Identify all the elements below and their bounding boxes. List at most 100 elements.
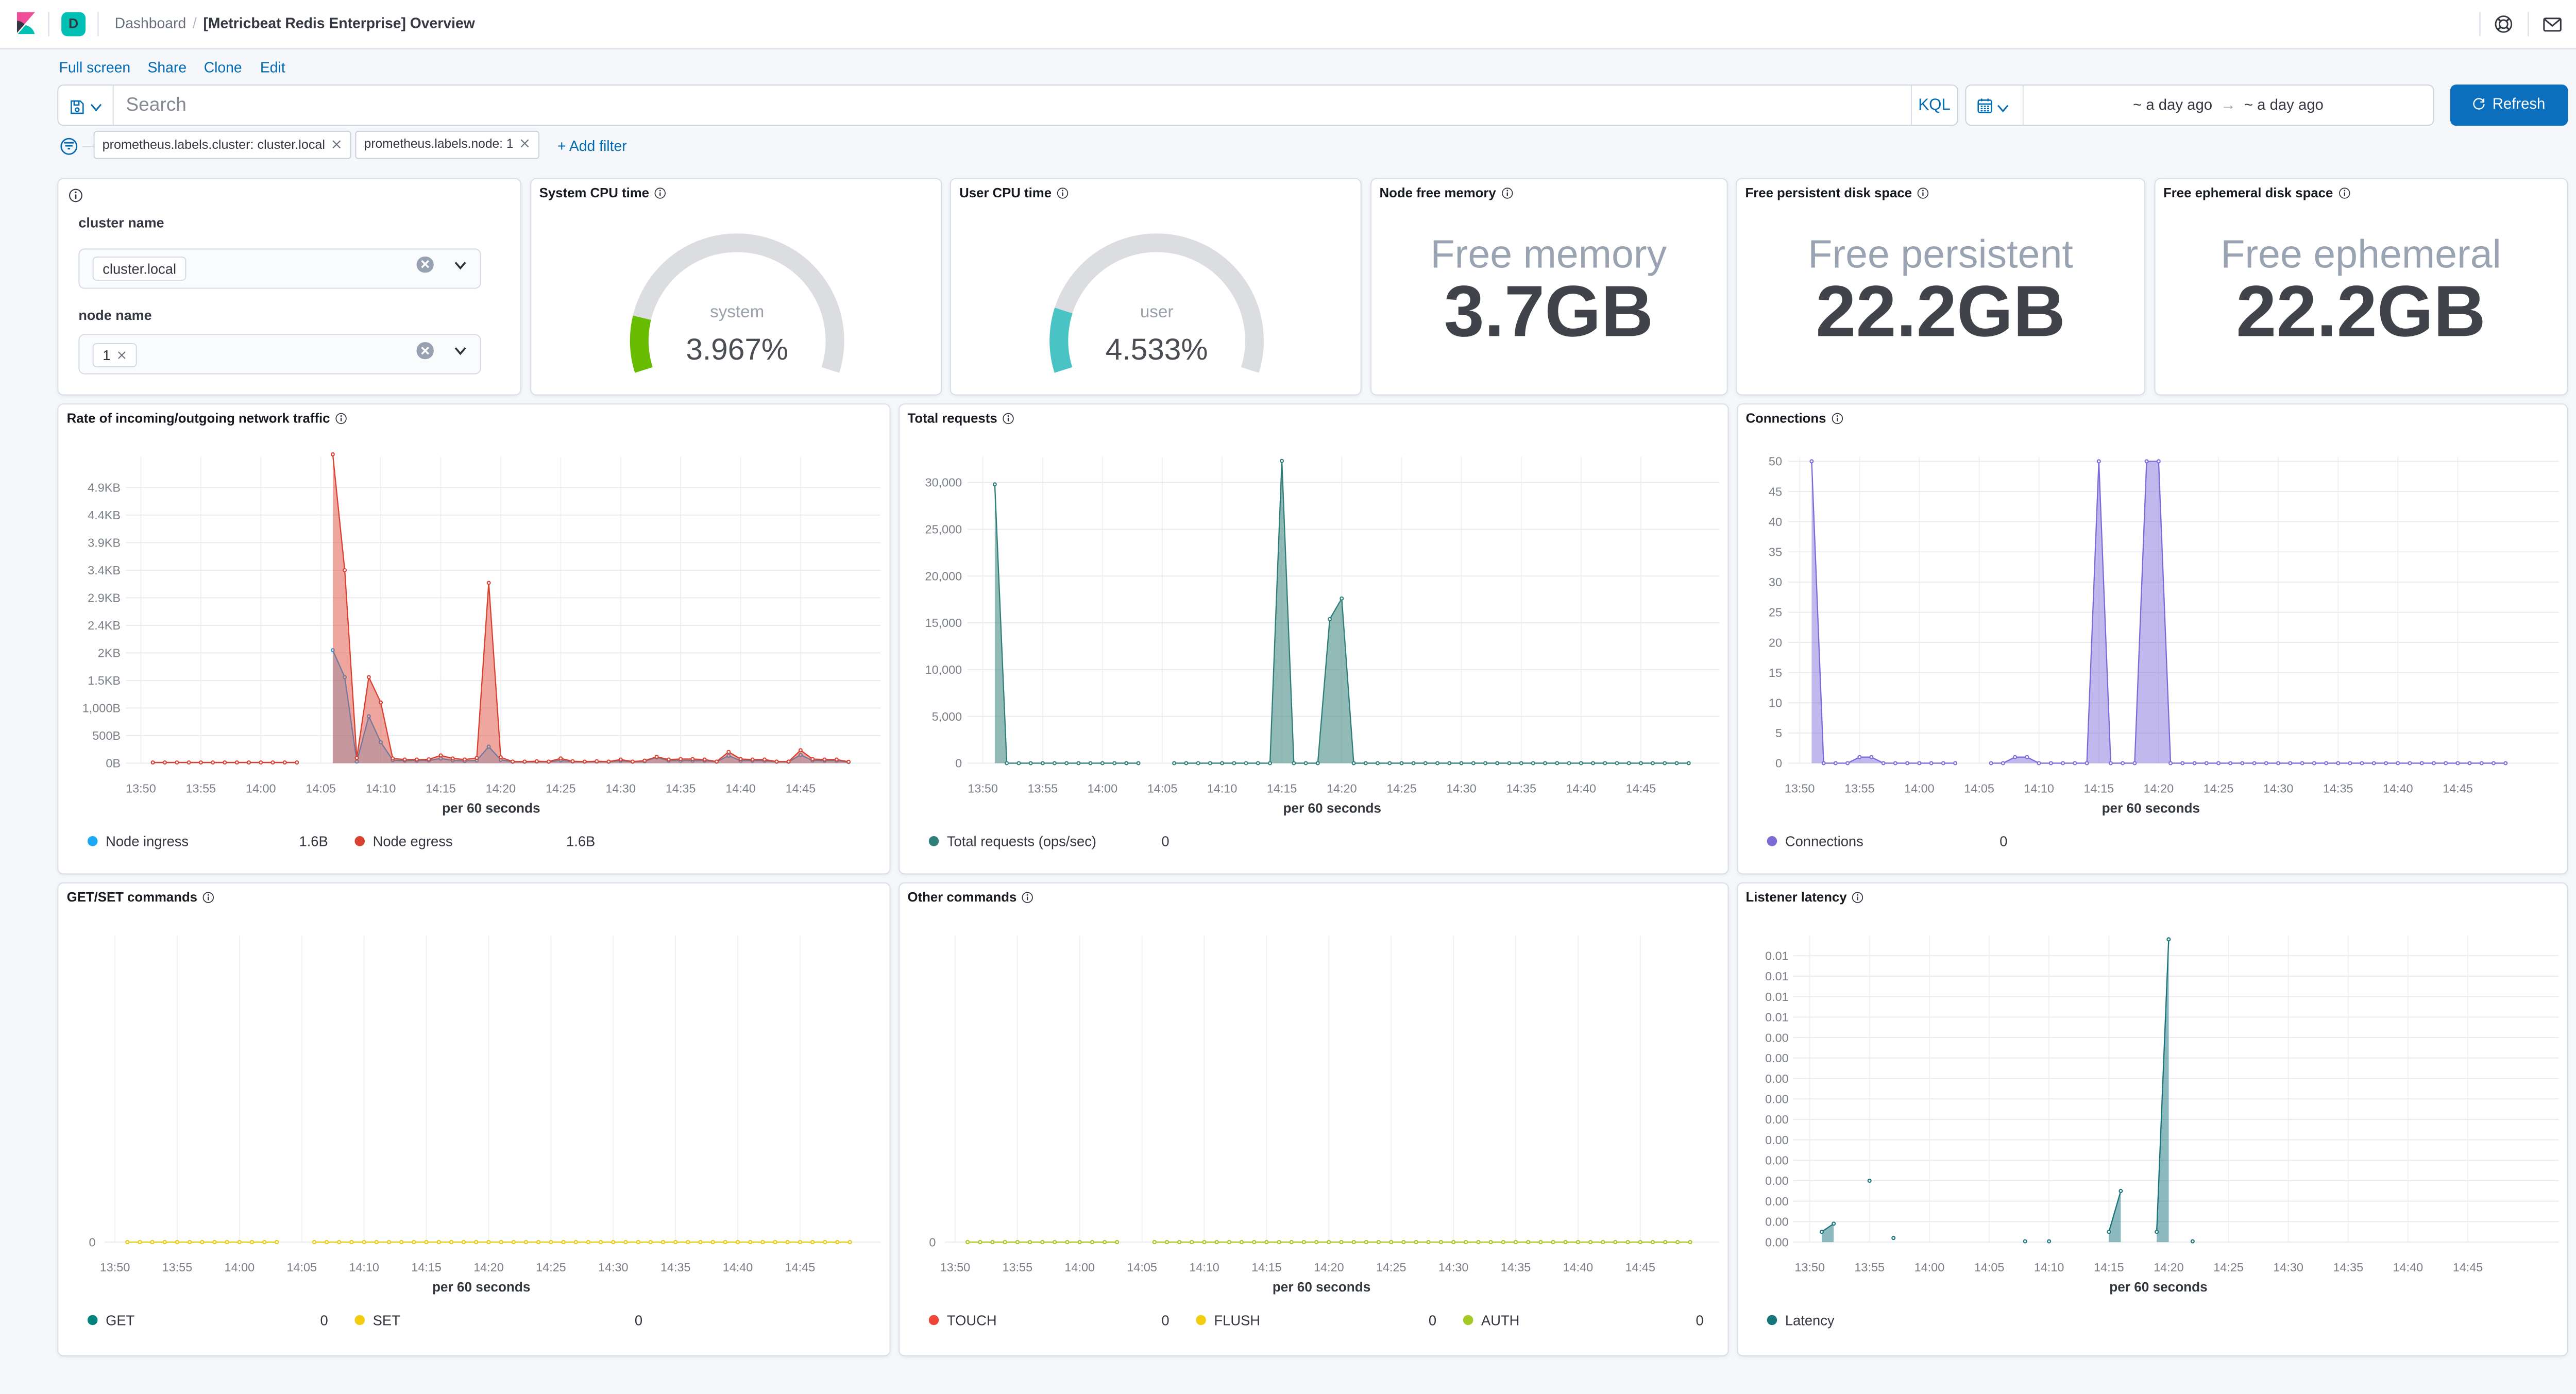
svg-text:14:25: 14:25 (2203, 781, 2233, 795)
svg-text:14:30: 14:30 (2273, 1261, 2303, 1274)
svg-text:20: 20 (1768, 636, 1782, 649)
svg-text:0: 0 (1695, 1312, 1703, 1328)
svg-text:14:20: 14:20 (2143, 781, 2174, 795)
svg-text:user: user (1140, 302, 1174, 321)
svg-text:4.4KB: 4.4KB (88, 508, 121, 522)
svg-text:14:25: 14:25 (1376, 1261, 1406, 1274)
svg-text:0.00: 0.00 (1765, 1133, 1788, 1147)
svg-text:14:00: 14:00 (225, 1261, 255, 1274)
svg-text:5,000: 5,000 (931, 710, 962, 723)
svg-text:0.00: 0.00 (1765, 1174, 1788, 1187)
svg-text:0.00: 0.00 (1765, 1195, 1788, 1208)
svg-text:2KB: 2KB (98, 647, 121, 660)
svg-text:Connections: Connections (1785, 834, 1863, 849)
svg-text:14:15: 14:15 (411, 1261, 442, 1274)
svg-text:14:35: 14:35 (660, 1261, 691, 1274)
svg-text:per 60 seconds: per 60 seconds (432, 1279, 530, 1295)
svg-text:14:00: 14:00 (1914, 1261, 1944, 1274)
svg-text:0: 0 (1999, 834, 2007, 849)
svg-text:14:05: 14:05 (1963, 781, 1994, 795)
svg-text:0B: 0B (106, 757, 121, 770)
svg-text:0: 0 (1161, 1312, 1168, 1328)
svg-text:14:40: 14:40 (2382, 781, 2413, 795)
svg-text:14:40: 14:40 (2393, 1261, 2423, 1274)
svg-text:14:40: 14:40 (723, 1261, 753, 1274)
svg-text:Total requests (ops/sec): Total requests (ops/sec) (946, 834, 1096, 849)
svg-text:13:50: 13:50 (126, 781, 156, 795)
svg-text:14:40: 14:40 (725, 781, 756, 795)
svg-text:1.6B: 1.6B (299, 834, 328, 849)
svg-text:TOUCH: TOUCH (946, 1312, 996, 1328)
svg-text:2.9KB: 2.9KB (88, 591, 121, 605)
svg-text:14:05: 14:05 (1974, 1261, 2004, 1274)
svg-text:0: 0 (955, 757, 961, 770)
svg-text:14:45: 14:45 (1625, 781, 1656, 795)
svg-text:13:55: 13:55 (162, 1261, 193, 1274)
svg-text:4.533%: 4.533% (1106, 333, 1208, 366)
svg-text:14:35: 14:35 (2323, 781, 2353, 795)
svg-text:10,000: 10,000 (925, 663, 962, 676)
svg-text:14:10: 14:10 (1207, 781, 1237, 795)
svg-text:14:30: 14:30 (1438, 1261, 1468, 1274)
svg-text:0: 0 (1161, 834, 1168, 849)
svg-text:13:50: 13:50 (967, 781, 997, 795)
svg-text:25,000: 25,000 (925, 523, 962, 536)
svg-text:14:05: 14:05 (1126, 1261, 1157, 1274)
svg-text:14:25: 14:25 (2213, 1261, 2243, 1274)
svg-text:5: 5 (1775, 726, 1782, 740)
svg-text:13:50: 13:50 (1784, 781, 1815, 795)
svg-text:14:00: 14:00 (1087, 781, 1117, 795)
svg-text:FLUSH: FLUSH (1213, 1312, 1260, 1328)
svg-text:3.4KB: 3.4KB (88, 564, 121, 577)
svg-text:15,000: 15,000 (925, 616, 962, 630)
svg-text:system: system (709, 302, 764, 321)
svg-text:1.6B: 1.6B (566, 834, 595, 849)
svg-text:14:30: 14:30 (598, 1261, 629, 1274)
svg-text:1.5KB: 1.5KB (88, 674, 121, 687)
svg-text:14:45: 14:45 (2452, 1261, 2483, 1274)
svg-text:AUTH: AUTH (1481, 1312, 1519, 1328)
svg-text:0.01: 0.01 (1765, 949, 1788, 962)
svg-text:15: 15 (1768, 666, 1782, 679)
svg-text:0: 0 (1428, 1312, 1436, 1328)
svg-text:2.4KB: 2.4KB (88, 619, 121, 632)
svg-text:14:15: 14:15 (2083, 781, 2114, 795)
svg-text:4.9KB: 4.9KB (88, 481, 121, 494)
svg-text:GET: GET (106, 1312, 134, 1328)
svg-text:0.00: 0.00 (1765, 1215, 1788, 1229)
svg-text:0.01: 0.01 (1765, 970, 1788, 983)
svg-text:14:45: 14:45 (786, 781, 816, 795)
svg-text:1,000B: 1,000B (82, 702, 121, 715)
svg-text:3.967%: 3.967% (685, 333, 788, 366)
svg-text:13:55: 13:55 (186, 781, 216, 795)
svg-text:14:15: 14:15 (426, 781, 456, 795)
svg-text:40: 40 (1768, 515, 1782, 529)
svg-text:14:15: 14:15 (2093, 1261, 2124, 1274)
svg-text:14:05: 14:05 (306, 781, 336, 795)
svg-text:13:55: 13:55 (1844, 781, 1874, 795)
svg-text:0: 0 (320, 1312, 328, 1328)
svg-text:14:35: 14:35 (666, 781, 696, 795)
svg-text:0.00: 0.00 (1765, 1235, 1788, 1249)
svg-text:30,000: 30,000 (925, 476, 962, 489)
svg-text:Node ingress: Node ingress (106, 834, 189, 849)
svg-text:14:20: 14:20 (1313, 1261, 1344, 1274)
svg-text:14:45: 14:45 (2442, 781, 2472, 795)
svg-text:14:20: 14:20 (2153, 1261, 2183, 1274)
svg-text:14:05: 14:05 (286, 1261, 317, 1274)
svg-text:0.00: 0.00 (1765, 1031, 1788, 1044)
svg-text:SET: SET (373, 1312, 400, 1328)
svg-text:14:10: 14:10 (349, 1261, 379, 1274)
svg-text:0.00: 0.00 (1765, 1154, 1788, 1167)
svg-text:14:25: 14:25 (1386, 781, 1416, 795)
svg-text:50: 50 (1768, 455, 1782, 468)
svg-text:14:00: 14:00 (1904, 781, 1934, 795)
svg-text:per 60 seconds: per 60 seconds (442, 800, 540, 815)
svg-text:14:05: 14:05 (1147, 781, 1177, 795)
svg-text:14:10: 14:10 (2033, 1261, 2064, 1274)
svg-text:13:55: 13:55 (1027, 781, 1058, 795)
svg-text:45: 45 (1768, 485, 1782, 498)
svg-text:14:10: 14:10 (366, 781, 396, 795)
svg-text:13:50: 13:50 (100, 1261, 130, 1274)
svg-text:14:30: 14:30 (605, 781, 636, 795)
